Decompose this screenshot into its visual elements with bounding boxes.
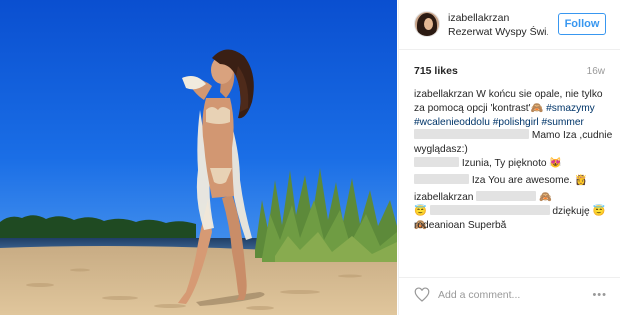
hashtag-link[interactable]: #smazymy: [546, 103, 595, 114]
redacted-username: [414, 157, 459, 167]
location-link[interactable]: Rezerwat Wyspy Świ...: [448, 26, 548, 38]
caption-username[interactable]: izabellakrzan: [414, 89, 473, 100]
redacted-username: [414, 174, 469, 184]
comment-item: rodeanioan Superbă: [414, 219, 614, 233]
post-footer: Add a comment... •••: [399, 277, 620, 315]
post-caption: izabellakrzan W końcu sie opale, nie tyl…: [414, 88, 609, 131]
redacted-username: [429, 205, 550, 216]
comment-item: Izunia, Ty pięknoto 😻: [414, 157, 614, 171]
hashtag-link[interactable]: #summer: [541, 117, 583, 128]
post-photo[interactable]: [0, 0, 397, 315]
post-header: izabellakrzan Rezerwat Wyspy Świ... Foll…: [399, 0, 620, 50]
comment-username[interactable]: izabellakrzan: [414, 192, 473, 203]
more-options-icon[interactable]: •••: [592, 289, 607, 301]
comment-text: 🙈: [536, 192, 552, 203]
comment-text: Superbă: [464, 220, 507, 231]
likes-count[interactable]: 715 likes: [414, 65, 458, 77]
header-username[interactable]: izabellakrzan: [448, 12, 509, 24]
comment-username[interactable]: rodeanioan: [414, 220, 465, 231]
comment-item: Mamo Iza ,cudnie wyglądasz:): [414, 129, 614, 157]
hashtag-link[interactable]: #polishgirl: [493, 117, 539, 128]
comment-text: Iza You are awesome. 👸: [469, 175, 588, 186]
redacted-username: [476, 191, 537, 201]
post-age[interactable]: 16w: [587, 66, 605, 77]
comment-item: Iza You are awesome. 👸: [414, 174, 614, 188]
post-sidebar: izabellakrzan Rezerwat Wyspy Świ... Foll…: [398, 0, 620, 315]
follow-button[interactable]: Follow: [558, 13, 606, 35]
avatar[interactable]: [414, 11, 440, 37]
comment-text: Izunia, Ty pięknoto 😻: [459, 158, 563, 169]
comment-text: 😇: [414, 206, 430, 218]
redacted-username: [414, 129, 529, 139]
beach-photo: [0, 0, 397, 315]
add-comment-input[interactable]: Add a comment...: [438, 289, 520, 301]
hashtag-link[interactable]: #wcalenieoddolu: [414, 117, 490, 128]
heart-icon[interactable]: [414, 287, 430, 303]
